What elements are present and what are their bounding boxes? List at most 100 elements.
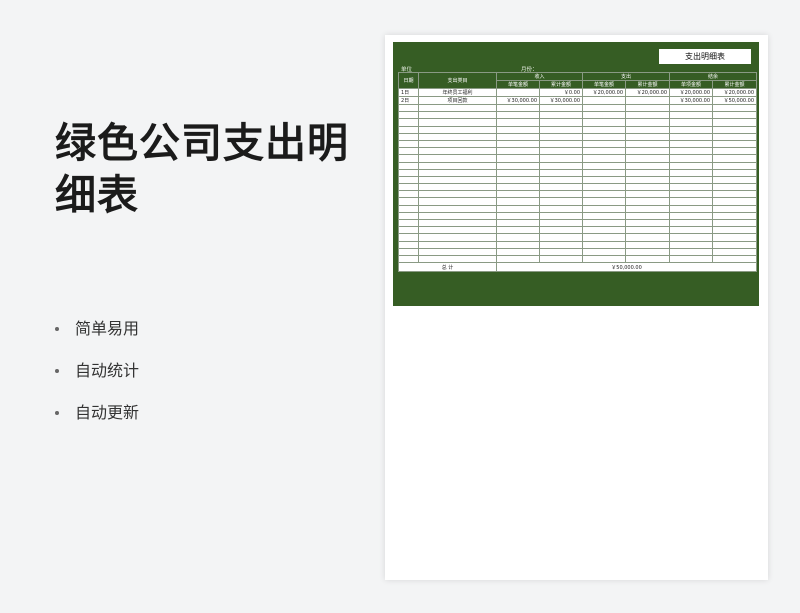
table-cell — [712, 168, 758, 177]
table-cell: ￥50,000.00 — [712, 96, 758, 105]
table-cell — [712, 132, 758, 141]
subheader: 单笔金额 — [496, 80, 540, 89]
table-cell — [418, 103, 497, 113]
table-cell — [669, 139, 714, 149]
table-cell — [496, 211, 540, 221]
table-cell — [496, 132, 540, 141]
table-cell — [496, 161, 540, 170]
table-cell — [582, 96, 627, 105]
table-cell — [496, 175, 540, 185]
feature-label: 自动更新 — [75, 403, 140, 422]
table-cell — [669, 190, 714, 199]
document-preview: 支出明细表 单位 月份： 日期 支出类目 收入 支出 结余 单笔金额 累计金额 … — [385, 35, 768, 580]
total-label: 总 计 — [398, 262, 497, 273]
table-cell — [538, 183, 584, 192]
table-cell — [625, 103, 671, 113]
table-cell — [669, 247, 714, 256]
table-cell — [496, 226, 540, 235]
table-cell — [582, 233, 627, 242]
table-cell — [582, 111, 627, 120]
table-cell — [496, 103, 540, 113]
table-cell — [398, 118, 419, 127]
table-cell — [625, 175, 671, 185]
header-row: 日期 支出类目 收入 支出 结余 — [398, 72, 758, 89]
table-cell — [538, 103, 584, 113]
header-income: 收入 — [495, 72, 584, 81]
table-cell — [398, 254, 419, 264]
sheet-title: 支出明细表 — [659, 49, 751, 64]
table-cell — [712, 211, 758, 221]
table-cell — [418, 254, 497, 264]
table-cell — [418, 190, 497, 199]
table-row — [398, 154, 758, 163]
table-cell — [712, 154, 758, 163]
table-cell — [538, 125, 584, 134]
table-cell — [712, 240, 758, 249]
table-cell — [625, 204, 671, 213]
table-cell — [496, 190, 540, 199]
table-cell — [418, 175, 497, 185]
table-cell — [712, 175, 758, 185]
table-cell: 项目回款 — [418, 96, 497, 105]
table-cell — [398, 154, 419, 163]
table-cell — [418, 111, 497, 120]
subheader: 累计金额 — [712, 80, 758, 89]
table-cell — [669, 103, 714, 113]
table-cell — [496, 254, 540, 264]
table-cell — [496, 240, 540, 249]
table-cell: ￥20,000.00 — [625, 88, 671, 97]
table-cell — [418, 161, 497, 170]
table-cell — [538, 118, 584, 127]
subheader: 单笔金额 — [582, 80, 627, 89]
expense-table: 日期 支出类目 收入 支出 结余 单笔金额 累计金额 单笔金额 累计金额 单项金… — [398, 72, 758, 273]
table-cell — [538, 197, 584, 206]
subheader: 累计金额 — [538, 80, 584, 89]
table-cell — [398, 218, 419, 228]
table-cell — [496, 88, 540, 97]
table-cell: 2日 — [398, 96, 419, 105]
table-cell: ￥20,000.00 — [669, 88, 714, 97]
table-row — [398, 168, 758, 177]
table-cell — [496, 111, 540, 120]
table-cell — [418, 240, 497, 249]
table-cell: ￥30,000.00 — [669, 96, 714, 105]
table-cell — [496, 147, 540, 156]
table-cell — [712, 190, 758, 199]
subheader: 累计金额 — [625, 80, 671, 89]
table-cell — [398, 175, 419, 185]
table-cell: 年终员工福利 — [418, 88, 497, 97]
table-row — [398, 175, 758, 185]
table-row — [398, 190, 758, 199]
table-cell — [538, 254, 584, 264]
table-cell — [625, 96, 671, 105]
table-cell — [398, 240, 419, 249]
feature-item: 自动统计 — [55, 350, 139, 392]
table-cell — [418, 247, 497, 256]
table-cell — [398, 147, 419, 156]
table-cell — [669, 154, 714, 163]
table-cell — [582, 247, 627, 256]
table-cell — [625, 125, 671, 134]
table-cell — [669, 168, 714, 177]
table-cell — [418, 197, 497, 206]
table-cell — [582, 125, 627, 134]
table-cell — [669, 233, 714, 242]
subheader: 单项金额 — [669, 80, 714, 89]
table-cell — [418, 168, 497, 177]
table-cell — [418, 204, 497, 213]
table-cell — [582, 240, 627, 249]
table-cell: ￥30,000.00 — [538, 96, 584, 105]
table-row — [398, 161, 758, 170]
table-cell: ￥20,000.00 — [712, 88, 758, 97]
table-cell — [582, 132, 627, 141]
table-cell — [669, 147, 714, 156]
table-cell — [582, 147, 627, 156]
table-cell — [625, 211, 671, 221]
table-cell — [712, 111, 758, 120]
table-cell — [538, 147, 584, 156]
table-cell — [712, 233, 758, 242]
table-cell — [712, 161, 758, 170]
table-cell — [582, 190, 627, 199]
table-cell — [538, 154, 584, 163]
table-cell — [538, 161, 584, 170]
